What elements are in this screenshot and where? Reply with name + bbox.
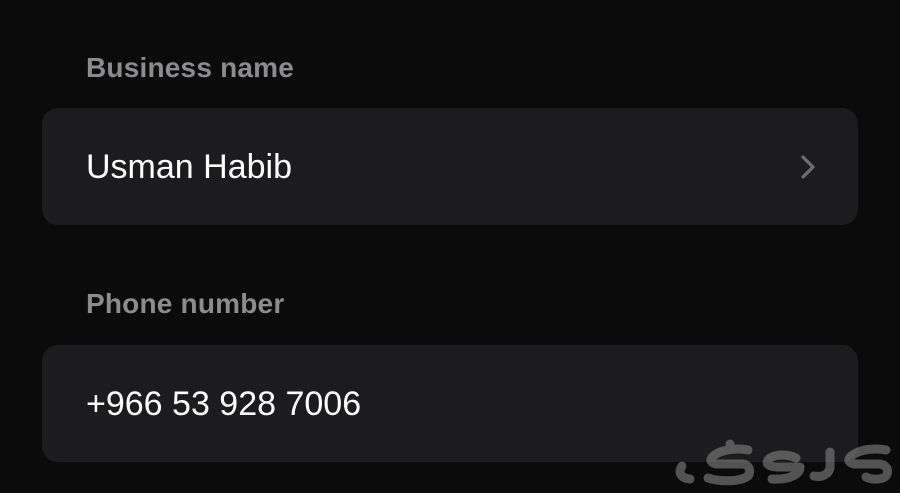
business-name-label: Business name [86,52,295,83]
business-name-value: Usman Habib [86,147,292,186]
phone-number-row[interactable]: +966 53 928 7006 [42,345,858,462]
chevron-right-icon [801,154,815,179]
phone-number-label: Phone number [86,288,285,319]
phone-number-value: +966 53 928 7006 [86,384,362,423]
business-name-row[interactable]: Usman Habib [42,108,858,225]
